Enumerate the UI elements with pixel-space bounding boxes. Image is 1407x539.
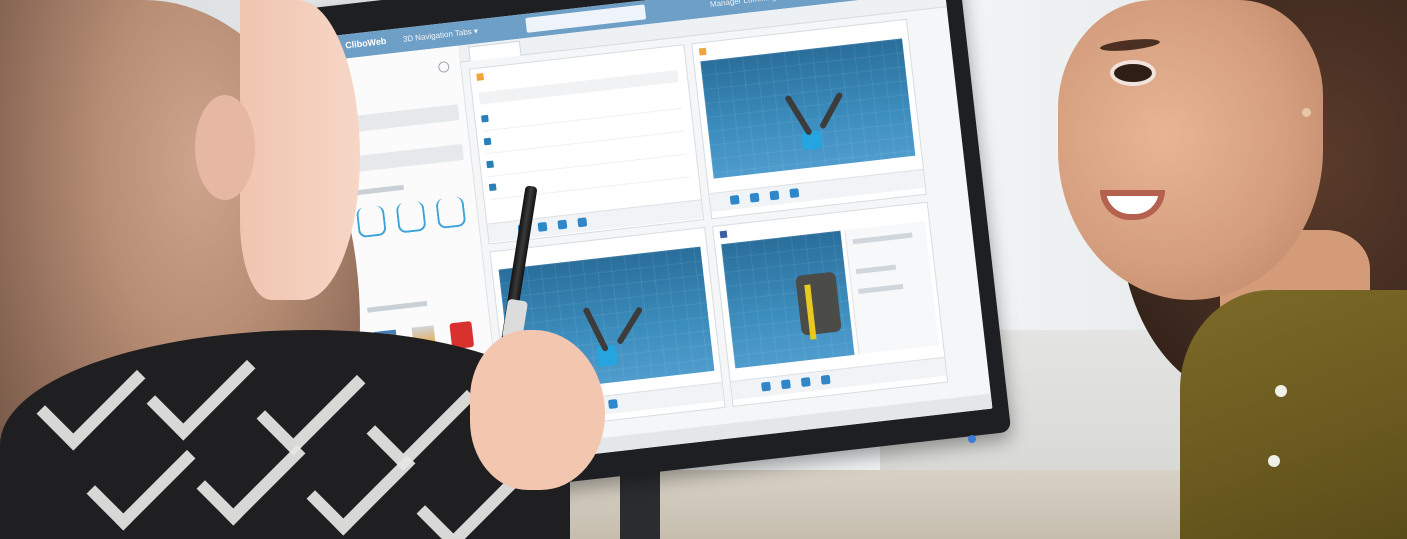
panel-icon bbox=[719, 230, 728, 239]
search-icon[interactable] bbox=[437, 60, 450, 74]
robot-arm-icon bbox=[800, 130, 823, 151]
monitor-stand bbox=[620, 470, 660, 539]
cube-icon bbox=[486, 160, 494, 169]
3d-viewport[interactable] bbox=[700, 38, 916, 179]
tool-icon[interactable] bbox=[557, 219, 568, 230]
role-app-icon[interactable] bbox=[435, 196, 467, 230]
tool-icon[interactable] bbox=[608, 399, 619, 409]
tool-icon[interactable] bbox=[820, 374, 831, 385]
tree-panel bbox=[468, 44, 705, 245]
tool-icon[interactable] bbox=[729, 194, 740, 205]
tool-icon[interactable] bbox=[749, 192, 760, 203]
favorite-apps-heading bbox=[367, 300, 428, 313]
shirt-button bbox=[1275, 385, 1287, 397]
tab-active[interactable] bbox=[468, 40, 522, 62]
earring bbox=[1302, 108, 1311, 117]
3d-viewport[interactable] bbox=[721, 230, 855, 369]
breadcrumb[interactable]: 3D Navigation Tabs ▾ bbox=[402, 26, 478, 43]
photo-scene: CliboWeb 3D Navigation Tabs ▾ Manager Lo… bbox=[0, 0, 1407, 539]
role-app-icon[interactable] bbox=[395, 200, 427, 234]
panel-icon bbox=[476, 73, 485, 81]
machine-part bbox=[795, 271, 842, 336]
power-led bbox=[968, 435, 976, 443]
tool-icon[interactable] bbox=[780, 379, 791, 390]
cube-icon bbox=[481, 114, 489, 123]
sidebar-row-workspace[interactable] bbox=[343, 104, 460, 134]
tool-icon[interactable] bbox=[769, 190, 780, 201]
property-row[interactable] bbox=[858, 283, 904, 294]
tool-icon[interactable] bbox=[800, 377, 811, 388]
tool-icon[interactable] bbox=[761, 381, 772, 392]
viewport-panel-bottom-right bbox=[712, 201, 949, 407]
property-row[interactable] bbox=[852, 232, 913, 245]
sidebar-section-heading bbox=[353, 184, 404, 196]
right-person-shirt bbox=[1180, 290, 1407, 539]
role-app-icon[interactable] bbox=[355, 205, 387, 239]
properties-panel bbox=[844, 221, 939, 355]
tool-icon[interactable] bbox=[577, 217, 588, 228]
right-person-face bbox=[1058, 0, 1323, 300]
cube-icon bbox=[488, 183, 497, 192]
left-person-ear bbox=[195, 95, 255, 200]
property-row[interactable] bbox=[855, 264, 897, 275]
sidebar-row-roles[interactable] bbox=[347, 143, 464, 173]
tool-icon[interactable] bbox=[789, 188, 800, 199]
viewport-panel-top bbox=[691, 18, 927, 220]
app-brand: CliboWeb bbox=[344, 35, 387, 51]
right-person-eye bbox=[1110, 60, 1156, 86]
tool-icon[interactable] bbox=[537, 221, 548, 232]
cube-icon bbox=[483, 137, 492, 146]
panel-icon bbox=[698, 47, 707, 56]
user-name[interactable]: Manager Lommington bbox=[709, 0, 787, 9]
shirt-button bbox=[1268, 455, 1280, 467]
